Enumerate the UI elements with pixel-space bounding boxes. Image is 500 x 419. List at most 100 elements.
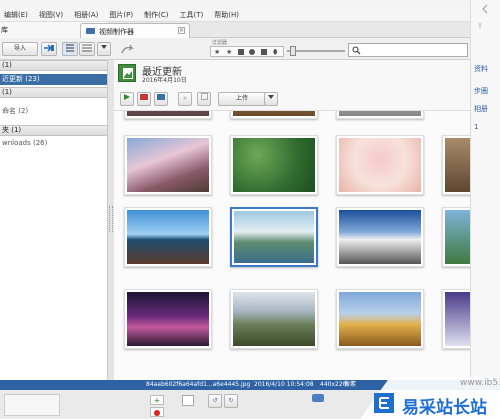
sidebar-item-downloads[interactable]: wnloads (26) [0,138,107,149]
thumbnail[interactable] [336,111,424,119]
rotate-left-button[interactable]: ↺ [208,394,222,408]
image-filter-icon[interactable] [261,49,267,55]
right-panel: ⇪ 资料 步圈 相册 1 [470,0,500,390]
disk-icon [200,93,208,100]
upload-button[interactable]: 上传 [218,92,266,106]
chevron-down-icon [101,45,107,49]
play-button[interactable] [120,92,134,106]
thumbnail[interactable] [124,111,212,119]
status-datetime: 2016/4/10 10:54:08 [254,381,314,388]
thumbnail-grid [114,110,470,380]
sidebar-item-recent[interactable]: 近更新 (23) [0,74,107,85]
star-icon[interactable]: ★ [214,48,220,56]
thumbnail-garden[interactable] [230,135,318,195]
sidebar: (1) 近更新 (23) (1) 命名 (2) 夹 (1) wnloads (2… [0,60,108,380]
menu-picture[interactable]: 图片(P) [105,10,140,20]
sidebar-section-folders[interactable]: 夹 (1) [0,125,107,136]
thumbnail-cherry-path[interactable] [124,135,212,195]
tray-home-button[interactable] [182,395,194,406]
save-button[interactable] [197,92,211,106]
thumbnail-autumn-field[interactable] [336,289,424,349]
film-icon [86,28,95,34]
menu-tools[interactable]: 工具(T) [175,10,210,20]
rotate-right-button[interactable]: ↻ [224,394,238,408]
sidebar-section-header[interactable]: (1) [0,87,107,98]
upload-dropdown-button[interactable] [264,92,278,106]
status-size: 像素 [344,381,357,388]
remove-icon [154,410,160,416]
menu-help[interactable]: 帮助(H) [210,10,246,20]
arrow-right-icon [44,44,54,52]
tray-add-button[interactable]: + [150,395,164,405]
edit-button[interactable] [154,92,168,106]
splitter-grip[interactable] [109,206,113,232]
date-slider-handle[interactable] [290,46,296,56]
close-icon[interactable]: × [178,27,185,34]
thumbnail-boats[interactable] [124,207,212,267]
plus-icon: + [153,396,161,405]
location-icon[interactable]: ⬮ [273,48,277,57]
star-button[interactable]: ★ [178,92,192,106]
filter-group: ★ ★ ⬮ [210,46,284,57]
rotate-left-icon: ↺ [212,397,218,404]
watermark-url: www.ib51.net [460,378,500,388]
thumbnail[interactable] [442,207,470,267]
title-bar [0,0,470,8]
detail-list-icon [82,44,92,52]
right-panel-item[interactable]: 步圈 [474,86,488,96]
status-filename: 84aab602f6a64afd1...a6e4445.jpg [146,381,251,388]
search-input[interactable] [348,43,468,57]
edit-icon [157,94,165,100]
star-icon: ★ [182,95,188,102]
person-filter-icon[interactable] [249,49,255,55]
thumbnail-rock-peak[interactable] [230,289,318,349]
thumbnail-blossom-art[interactable] [336,135,424,195]
right-panel-item[interactable]: 资料 [474,64,488,74]
tab-library-label: 库 [1,26,8,34]
thumbnail-lake-selected[interactable] [230,207,318,267]
menu-view[interactable]: 视图(V) [35,10,70,20]
tray-remove-button[interactable] [150,407,164,417]
menu-bar: 编辑(E) 视图(V) 相册(A) 图片(P) 制作(C) 工具(T) 帮助(H… [0,8,470,22]
watermark-logo: www.ib51.net 易采站长站 [360,375,500,419]
play-icon [124,94,130,100]
thumbnail-snow-mountains[interactable] [336,207,424,267]
sidebar-item-named[interactable]: 命名 (2) [0,106,107,117]
share-tray-icon[interactable] [312,394,326,404]
view-dropdown-button[interactable] [97,42,111,56]
slideshow-button[interactable] [137,92,151,106]
tray-box [4,394,60,416]
list-icon [66,44,74,52]
upload-label: 上传 [235,95,248,102]
search-icon [352,46,361,55]
slideshow-icon [140,94,148,100]
filter-label: 过滤器 [212,40,228,46]
chevron-down-icon [268,95,274,99]
thumbnail-night-lamp[interactable] [124,289,212,349]
menu-create[interactable]: 制作(C) [140,10,175,20]
import-button[interactable]: 导入 [2,42,38,56]
tab-editor-label: 视频制作器 [99,28,134,36]
sidebar-section-header[interactable]: (1) [0,60,107,71]
share-icon[interactable] [120,44,136,56]
right-panel-item[interactable]: 1 [474,123,478,131]
menu-edit[interactable]: 编辑(E) [0,10,35,20]
thumbnail[interactable] [442,135,470,195]
toolbar: 导入 过滤器 ★ ★ ⬮ [0,38,470,60]
right-panel-item[interactable]: 相册 [474,104,488,114]
star-filter-icon[interactable]: ★ [226,48,232,56]
list-view-button[interactable] [62,42,78,56]
detail-view-button[interactable] [79,42,95,56]
import-arrow-button[interactable] [41,42,57,56]
tab-video-editor[interactable]: 视频制作器 × [80,23,190,38]
import-label: 导入 [13,45,26,52]
menu-album[interactable]: 相册(A) [70,10,105,20]
chevron-left-icon[interactable] [481,4,489,14]
film-filter-icon[interactable] [238,49,244,55]
status-dimensions: 440x220 [320,381,347,388]
album-date: 2016年4月10日 [142,77,187,84]
thumbnail[interactable] [230,111,318,119]
album-header: 最近更新 2016年4月10日 ★ 上传 [114,60,470,110]
thumbnail[interactable] [442,289,470,349]
share-icon[interactable]: ⇪ [477,22,483,30]
